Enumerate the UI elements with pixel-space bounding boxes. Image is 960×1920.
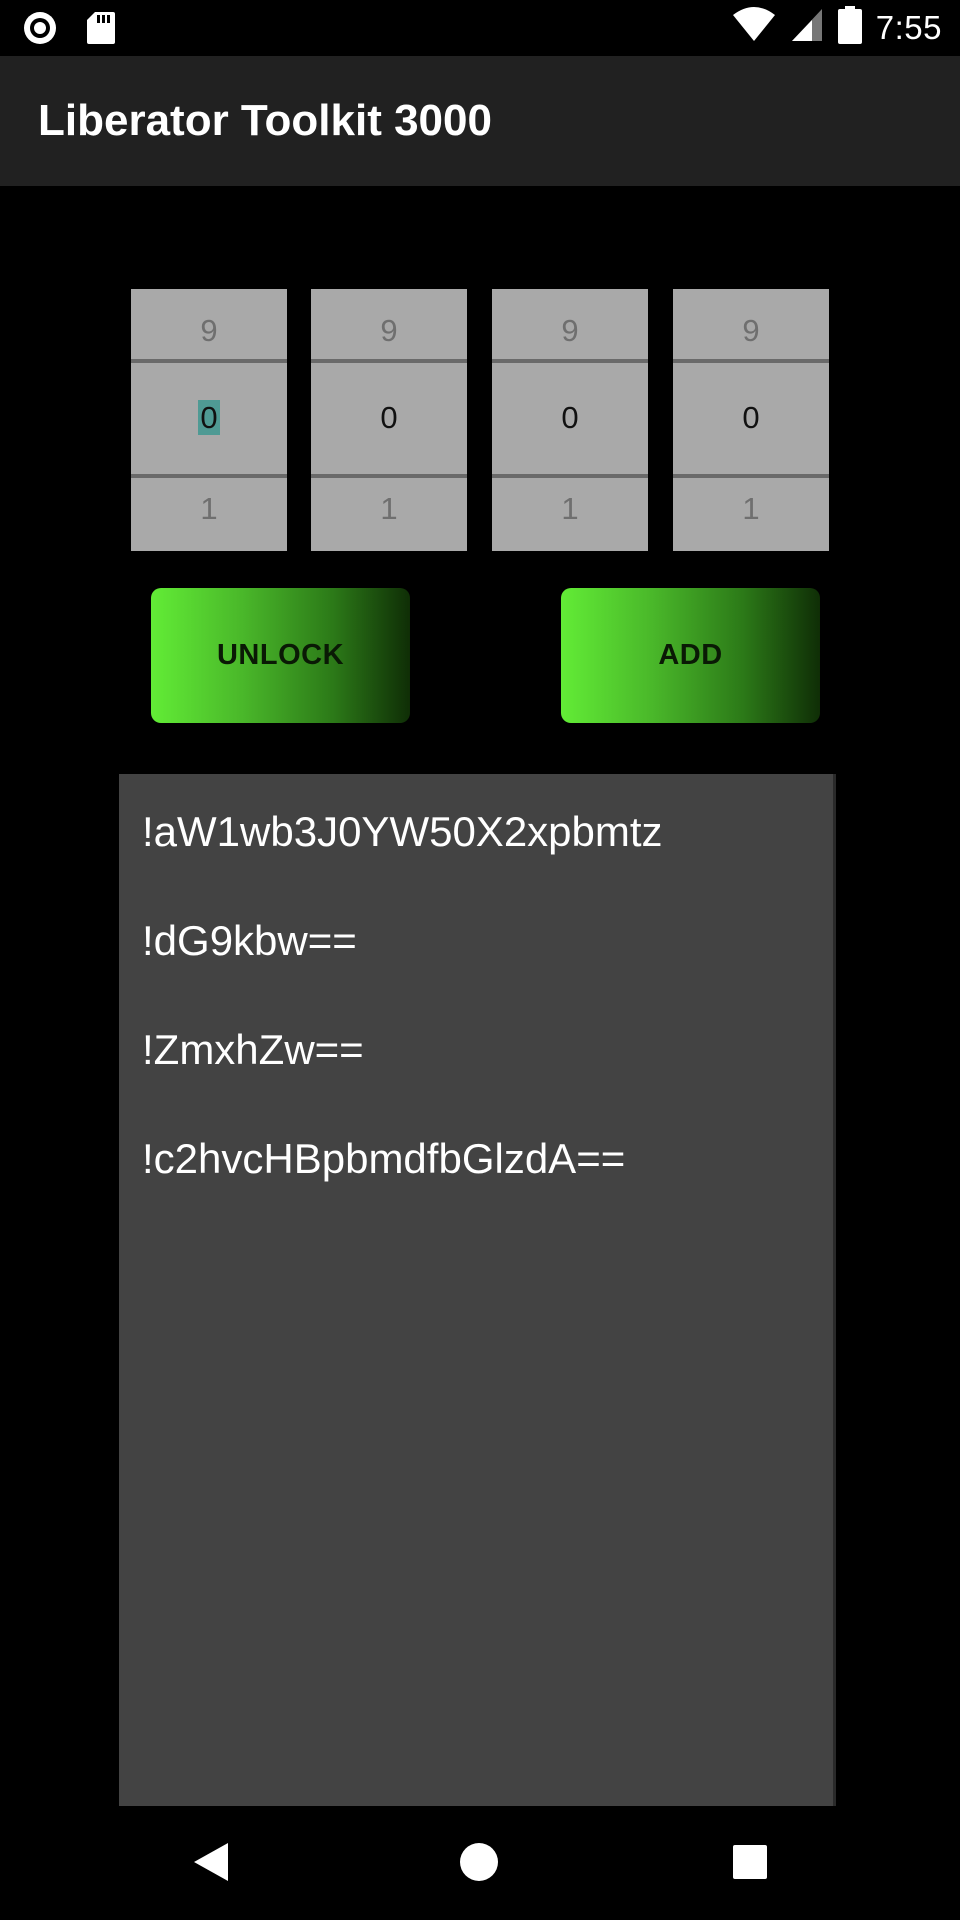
- picker-next-value[interactable]: 1: [673, 491, 829, 527]
- list-item[interactable]: !dG9kbw==: [142, 917, 357, 965]
- back-button[interactable]: [151, 1808, 271, 1920]
- recents-icon: [731, 1843, 769, 1886]
- picker-current-value[interactable]: 0: [673, 400, 829, 436]
- list-item[interactable]: !aW1wb3J0YW50X2xpbmtz: [142, 808, 663, 856]
- home-icon: [458, 1841, 500, 1888]
- status-time: 7:55: [875, 8, 942, 46]
- number-picker-3[interactable]: 9 0 1: [492, 289, 648, 551]
- picker-next-value[interactable]: 1: [131, 491, 287, 527]
- status-bar: 7:55: [0, 0, 960, 56]
- picker-divider: [131, 359, 287, 363]
- add-button[interactable]: ADD: [561, 588, 820, 723]
- app-bar: Liberator Toolkit 3000: [0, 56, 960, 186]
- picker-next-value[interactable]: 1: [311, 491, 467, 527]
- wifi-icon: [732, 7, 776, 48]
- picker-divider: [673, 359, 829, 363]
- picker-next-value[interactable]: 1: [492, 491, 648, 527]
- picker-divider: [492, 359, 648, 363]
- picker-previous-value[interactable]: 9: [131, 313, 287, 349]
- picker-divider: [311, 474, 467, 478]
- picker-previous-value[interactable]: 9: [492, 313, 648, 349]
- number-picker-4[interactable]: 9 0 1: [673, 289, 829, 551]
- battery-icon: [837, 6, 862, 49]
- picker-current-value[interactable]: 0: [131, 400, 287, 436]
- navigation-bar: [0, 1808, 960, 1920]
- list-item[interactable]: !ZmxhZw==: [142, 1026, 364, 1074]
- picker-previous-value[interactable]: 9: [673, 313, 829, 349]
- app-title: Liberator Toolkit 3000: [38, 96, 492, 145]
- number-picker-2[interactable]: 9 0 1: [311, 289, 467, 551]
- signal-icon: [790, 7, 824, 48]
- unlock-button[interactable]: UNLOCK: [151, 588, 410, 723]
- output-list[interactable]: !aW1wb3J0YW50X2xpbmtz !dG9kbw== !ZmxhZw=…: [119, 774, 836, 1806]
- picker-selected-text[interactable]: 0: [198, 400, 220, 435]
- picker-divider: [131, 474, 287, 478]
- recents-button[interactable]: [690, 1808, 810, 1920]
- sd-card-icon: [86, 11, 116, 50]
- picker-divider: [311, 359, 467, 363]
- picker-current-value[interactable]: 0: [492, 400, 648, 436]
- picker-divider: [492, 474, 648, 478]
- picker-divider: [673, 474, 829, 478]
- list-item[interactable]: !c2hvcHBpbmdfbGlzdA==: [142, 1135, 625, 1183]
- picker-previous-value[interactable]: 9: [311, 313, 467, 349]
- back-icon: [192, 1841, 230, 1888]
- record-icon: [22, 10, 58, 51]
- home-button[interactable]: [419, 1808, 539, 1920]
- number-picker-1[interactable]: 9 0 1: [131, 289, 287, 551]
- picker-current-value[interactable]: 0: [311, 400, 467, 436]
